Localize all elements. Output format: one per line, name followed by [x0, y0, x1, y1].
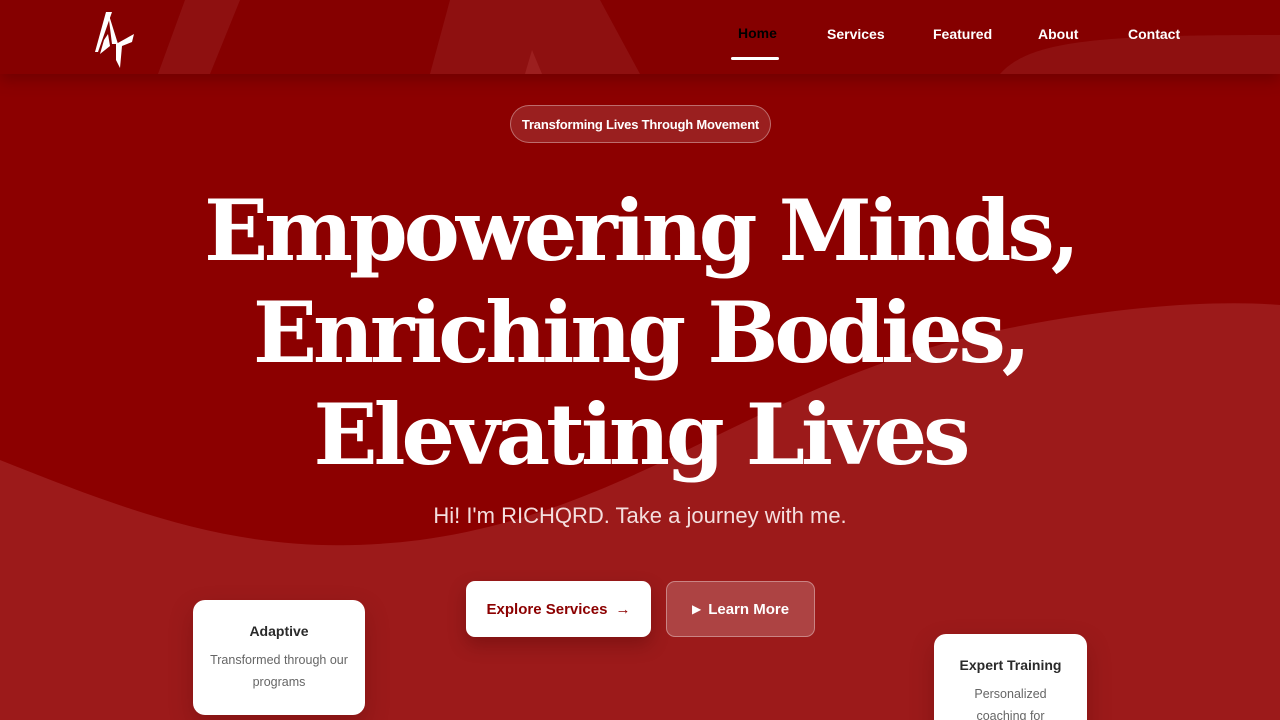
- learn-more-label: Learn More: [708, 600, 790, 618]
- main-nav: Home Services Featured About Contact: [0, 0, 1280, 74]
- headline-line-3: Elevating Lives: [313, 385, 971, 484]
- nav-services[interactable]: Services: [827, 26, 885, 42]
- active-nav-indicator: [731, 57, 779, 60]
- play-icon: ▶: [691, 602, 702, 616]
- headline-line-1: Empowering Minds,: [204, 181, 1080, 280]
- learn-more-button[interactable]: ▶ Learn More: [666, 581, 815, 637]
- card-text: Personalized coaching for: [974, 687, 1047, 720]
- card-text: Transformed through our programs: [210, 653, 348, 689]
- hero-headline: Empowering Minds, Enriching Bodies, Elev…: [200, 180, 1080, 486]
- explore-services-label: Explore Services: [486, 600, 608, 618]
- nav-featured[interactable]: Featured: [933, 26, 992, 42]
- hero-badge: Transforming Lives Through Movement: [510, 105, 771, 143]
- nav-home[interactable]: Home: [738, 25, 777, 41]
- nav-about[interactable]: About: [1038, 26, 1078, 42]
- headline-line-2: Enriching Bodies,: [252, 283, 1031, 382]
- explore-services-button[interactable]: Explore Services →: [466, 581, 651, 637]
- arrow-right-icon: →: [615, 600, 631, 618]
- card-title: Expert Training: [959, 657, 1062, 673]
- card-title: Adaptive: [249, 623, 309, 639]
- nav-contact[interactable]: Contact: [1128, 26, 1180, 42]
- expert-training-card: Expert Training Personalized coaching fo…: [934, 634, 1087, 720]
- adaptive-card: Adaptive Transformed through our program…: [193, 600, 365, 715]
- site-header: Home Services Featured About Contact: [0, 0, 1280, 74]
- hero-subtitle: Hi! I'm RICHQRD. Take a journey with me.: [433, 503, 847, 528]
